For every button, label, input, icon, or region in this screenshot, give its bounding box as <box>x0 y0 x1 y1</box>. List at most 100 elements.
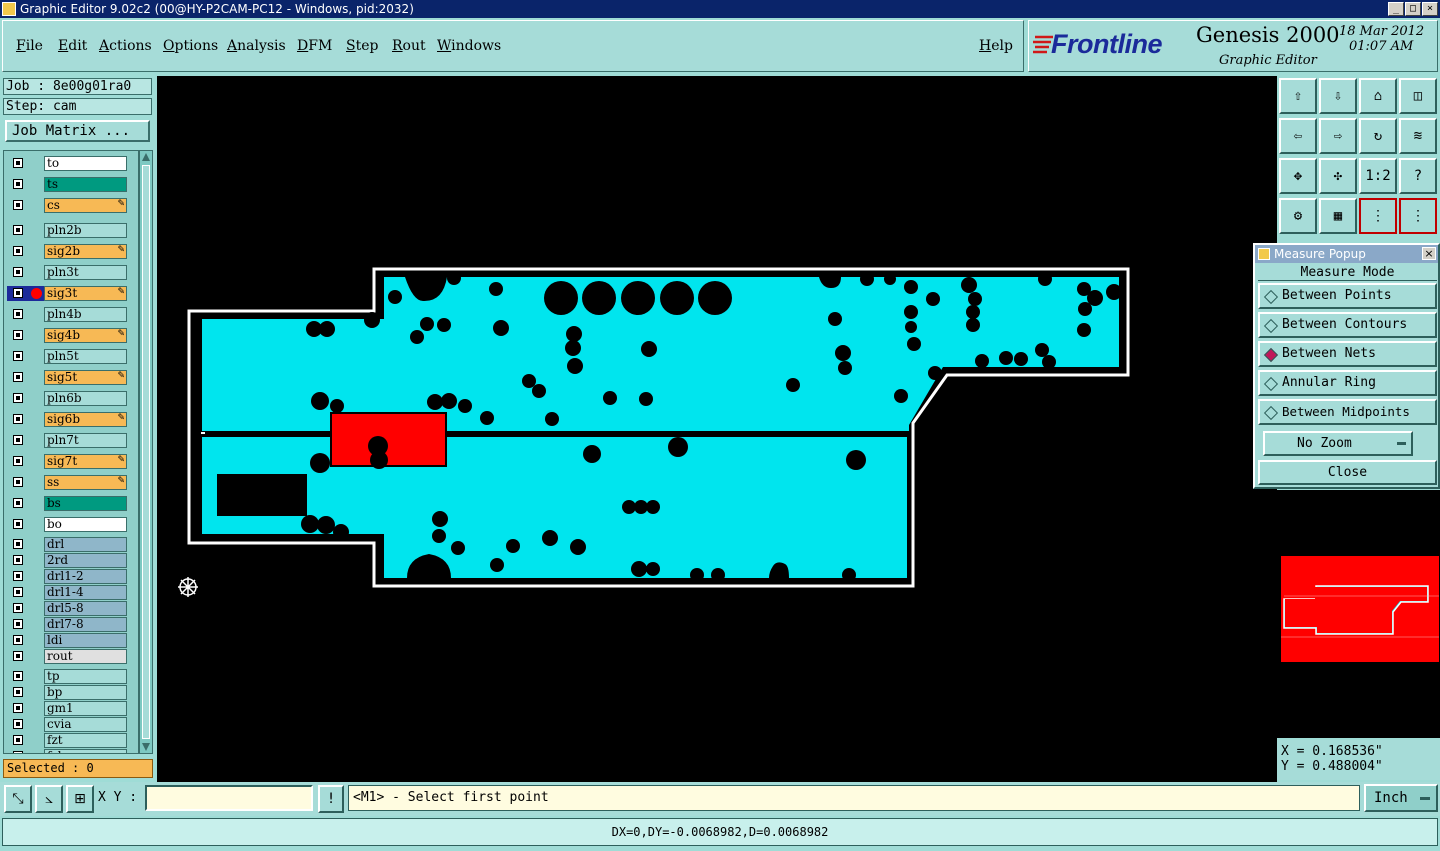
layer-name[interactable]: fzt <box>44 733 127 748</box>
menu-options[interactable]: Options <box>163 38 218 54</box>
layer-row[interactable]: pln5t <box>7 349 127 364</box>
net-highlight-icon[interactable]: ⋮ <box>1359 198 1397 234</box>
layer-checkbox-icon[interactable] <box>13 267 23 277</box>
layer-row[interactable]: pln2b <box>7 223 127 238</box>
zoom-fit-icon[interactable]: ✥ <box>1279 158 1317 194</box>
layer-row[interactable]: ldi <box>7 633 127 648</box>
layer-checkbox-icon[interactable] <box>13 225 23 235</box>
layer-checkbox-icon[interactable] <box>13 635 23 645</box>
zoom-center-icon[interactable]: ✣ <box>1319 158 1357 194</box>
layer-name[interactable]: ss <box>44 475 127 490</box>
option-annular-ring[interactable]: Annular Ring <box>1258 370 1437 396</box>
zoom-half-button[interactable]: 1:2 <box>1359 158 1397 194</box>
layer-row[interactable]: sig3t ✎ <box>7 286 127 301</box>
alert-icon[interactable]: ! <box>318 785 344 813</box>
layer-name[interactable]: pln6b <box>44 391 127 406</box>
pan-right-icon[interactable]: ⇨ <box>1319 118 1357 154</box>
layer-row[interactable]: pln6b <box>7 391 127 406</box>
layer-row[interactable]: 2rd <box>7 553 127 568</box>
layer-row[interactable]: ss ✎ <box>7 475 127 490</box>
layer-name[interactable]: bp <box>44 685 127 700</box>
layer-checkbox-icon[interactable] <box>13 498 23 508</box>
layer-row[interactable]: bs <box>7 496 127 511</box>
layer-row[interactable]: fzb <box>7 749 127 753</box>
layer-checkbox-icon[interactable] <box>13 687 23 697</box>
layer-name[interactable]: drl7-8 <box>44 617 127 632</box>
layer-checkbox-icon[interactable] <box>13 603 23 613</box>
layer-checkbox-icon[interactable] <box>13 519 23 529</box>
layer-name[interactable]: sig5t <box>44 370 127 385</box>
layer-row[interactable]: sig7t ✎ <box>7 454 127 469</box>
layer-name[interactable]: fzb <box>44 749 127 753</box>
layer-name[interactable]: pln5t <box>44 349 127 364</box>
layer-name[interactable]: tp <box>44 669 127 684</box>
layer-row[interactable]: drl1-4 <box>7 585 127 600</box>
layer-name[interactable]: gm1 <box>44 701 127 716</box>
layer-checkbox-icon[interactable] <box>13 671 23 681</box>
scroll-down-arrow-icon[interactable] <box>142 743 150 751</box>
scroll-thumb[interactable] <box>142 165 150 739</box>
layer-name[interactable]: ldi <box>44 633 127 648</box>
layer-name[interactable]: pln4b <box>44 307 127 322</box>
overview-map[interactable] <box>1281 556 1439 662</box>
layer-checkbox-icon[interactable] <box>13 330 23 340</box>
layer-row[interactable]: sig2b ✎ <box>7 244 127 259</box>
layer-checkbox-icon[interactable] <box>13 200 23 210</box>
option-between-contours[interactable]: Between Contours <box>1258 312 1437 338</box>
layer-checkbox-icon[interactable] <box>13 651 23 661</box>
layer-row[interactable]: bo <box>7 517 127 532</box>
zoom-dropdown[interactable]: No Zoom <box>1263 431 1413 456</box>
layer-row[interactable]: tp <box>7 669 127 684</box>
option-between-nets[interactable]: Between Nets <box>1258 341 1437 367</box>
option-between-midpoints[interactable]: Between Midpoints <box>1258 399 1437 425</box>
menu-step[interactable]: Step <box>346 38 378 54</box>
layer-checkbox-icon[interactable] <box>13 288 23 298</box>
minimize-button[interactable]: _ <box>1388 2 1404 16</box>
menu-file[interactable]: File <box>16 38 43 54</box>
layer-checkbox-icon[interactable] <box>13 539 23 549</box>
xy-input[interactable] <box>145 785 313 811</box>
option-between-points[interactable]: Between Points <box>1258 283 1437 309</box>
unit-selector[interactable]: Inch <box>1364 784 1438 812</box>
layer-row[interactable]: sig5t ✎ <box>7 370 127 385</box>
layer-checkbox-icon[interactable] <box>13 414 23 424</box>
layer-row[interactable]: drl1-2 <box>7 569 127 584</box>
pan-left-icon[interactable]: ⇦ <box>1279 118 1317 154</box>
layer-checkbox-icon[interactable] <box>13 435 23 445</box>
menu-dfm[interactable]: DFM <box>297 38 332 54</box>
layer-name[interactable]: drl1-2 <box>44 569 127 584</box>
help-query-button[interactable]: ? <box>1399 158 1437 194</box>
layer-row[interactable]: bp <box>7 685 127 700</box>
layer-checkbox-icon[interactable] <box>13 393 23 403</box>
layer-checkbox-icon[interactable] <box>13 477 23 487</box>
layer-name[interactable]: 2rd <box>44 553 127 568</box>
view-split-icon[interactable]: ◫ <box>1399 78 1437 114</box>
layer-checkbox-icon[interactable] <box>13 751 23 753</box>
layer-name[interactable]: drl1-4 <box>44 585 127 600</box>
layer-name[interactable]: cs <box>44 198 127 213</box>
menu-edit[interactable]: Edit <box>58 38 87 54</box>
layer-row[interactable]: pln4b <box>7 307 127 322</box>
menu-windows[interactable]: Windows <box>437 38 501 54</box>
layer-row[interactable]: pln7t <box>7 433 127 448</box>
layer-row[interactable]: gm1 <box>7 701 127 716</box>
layer-name[interactable]: pln7t <box>44 433 127 448</box>
layer-checkbox-icon[interactable] <box>13 703 23 713</box>
layer-name[interactable]: rout <box>44 649 127 664</box>
layer-checkbox-icon[interactable] <box>13 351 23 361</box>
layer-name[interactable]: bs <box>44 496 127 511</box>
layer-name[interactable]: pln2b <box>44 223 127 238</box>
layer-row[interactable]: sig6b ✎ <box>7 412 127 427</box>
layer-row[interactable]: fzt <box>7 733 127 748</box>
layer-name[interactable]: sig2b <box>44 244 127 259</box>
layer-checkbox-icon[interactable] <box>13 372 23 382</box>
layer-name[interactable]: cvia <box>44 717 127 732</box>
layer-checkbox-icon[interactable] <box>13 246 23 256</box>
maximize-button[interactable]: □ <box>1405 2 1421 16</box>
save-view-icon[interactable]: ⇩ <box>1319 78 1357 114</box>
settings-tool-icon[interactable]: ⚙ <box>1279 198 1317 234</box>
layer-row[interactable]: cvia <box>7 717 127 732</box>
home-icon[interactable]: ⌂ <box>1359 78 1397 114</box>
popup-close-icon[interactable]: × <box>1422 247 1436 260</box>
rotate-icon[interactable]: ↻ <box>1359 118 1397 154</box>
